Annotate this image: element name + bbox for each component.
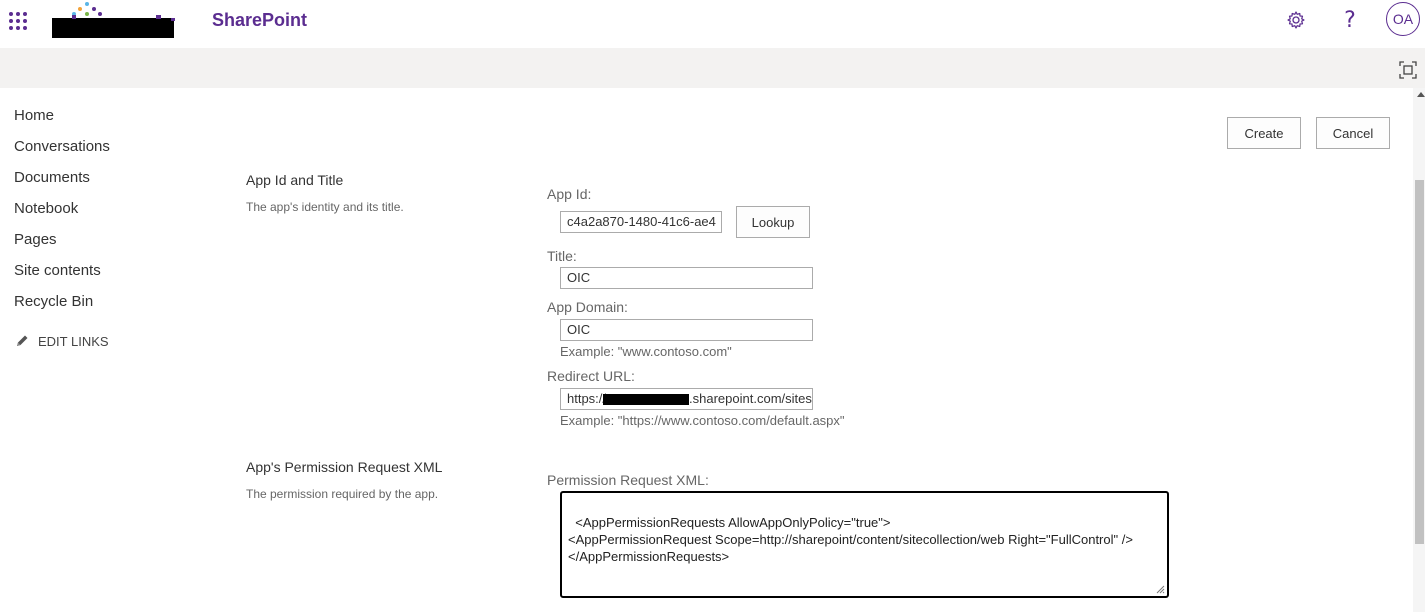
scrollbar-thumb[interactable] — [1415, 180, 1424, 544]
app-id-input[interactable]: c4a2a870-1480-41c6-ae4 — [560, 211, 722, 233]
app-id-label: App Id: — [547, 186, 592, 202]
company-logo[interactable] — [52, 0, 176, 40]
permission-xml-value: <AppPermissionRequests AllowAppOnlyPolic… — [568, 515, 1133, 564]
title-input[interactable]: OIC — [560, 267, 813, 289]
help-icon[interactable]: ? — [1338, 8, 1362, 33]
title-label: Title: — [547, 248, 577, 264]
section-desc-identity: The app's identity and its title. — [246, 200, 404, 214]
resize-grip-icon[interactable] — [1156, 585, 1165, 594]
permission-xml-label: Permission Request XML: — [547, 472, 709, 488]
nav-item-notebook[interactable]: Notebook — [14, 197, 194, 228]
gear-icon[interactable] — [1284, 8, 1308, 32]
app-domain-example: Example: "www.contoso.com" — [560, 344, 732, 359]
redacted-block — [603, 394, 690, 406]
nav-item-pages[interactable]: Pages — [14, 228, 194, 259]
create-button[interactable]: Create — [1227, 117, 1301, 149]
nav-item-recycle-bin[interactable]: Recycle Bin — [14, 290, 194, 321]
nav-item-home[interactable]: Home — [14, 104, 194, 135]
redirect-url-example: Example: "https://www.contoso.com/defaul… — [560, 413, 845, 428]
redirect-url-input[interactable]: https:// .sharepoint.com/sites/C — [560, 388, 813, 410]
avatar[interactable]: OA — [1386, 2, 1420, 36]
redirect-url-label: Redirect URL: — [547, 368, 635, 384]
nav-item-documents[interactable]: Documents — [14, 166, 194, 197]
scroll-up-arrow-icon[interactable] — [1417, 92, 1425, 97]
section-title-identity: App Id and Title — [246, 172, 344, 188]
nav-item-conversations[interactable]: Conversations — [14, 135, 194, 166]
app-domain-input[interactable]: OIC — [560, 319, 813, 341]
lookup-button[interactable]: Lookup — [736, 206, 810, 238]
app-domain-label: App Domain: — [547, 299, 628, 315]
nav-item-site-contents[interactable]: Site contents — [14, 259, 194, 290]
command-band — [0, 48, 1425, 88]
redirect-url-suffix: .sharepoint.com/sites/C — [689, 391, 813, 406]
edit-links-label: EDIT LINKS — [38, 333, 109, 349]
section-desc-permissions: The permission required by the app. — [246, 487, 439, 501]
suite-bar: SharePoint ? OA — [0, 0, 1425, 48]
edit-links-button[interactable]: EDIT LINKS — [14, 333, 194, 349]
cancel-button[interactable]: Cancel — [1316, 117, 1390, 149]
redirect-url-prefix: https:// — [567, 391, 607, 406]
left-navigation: Home Conversations Documents Notebook Pa… — [14, 104, 194, 349]
focus-mode-icon[interactable] — [1399, 61, 1417, 79]
waffle-icon[interactable] — [9, 12, 27, 30]
permission-xml-textarea[interactable]: <AppPermissionRequests AllowAppOnlyPolic… — [560, 491, 1169, 598]
pencil-icon — [17, 335, 28, 346]
app-name-link[interactable]: SharePoint — [212, 10, 307, 31]
section-title-permissions: App's Permission Request XML — [246, 459, 443, 475]
